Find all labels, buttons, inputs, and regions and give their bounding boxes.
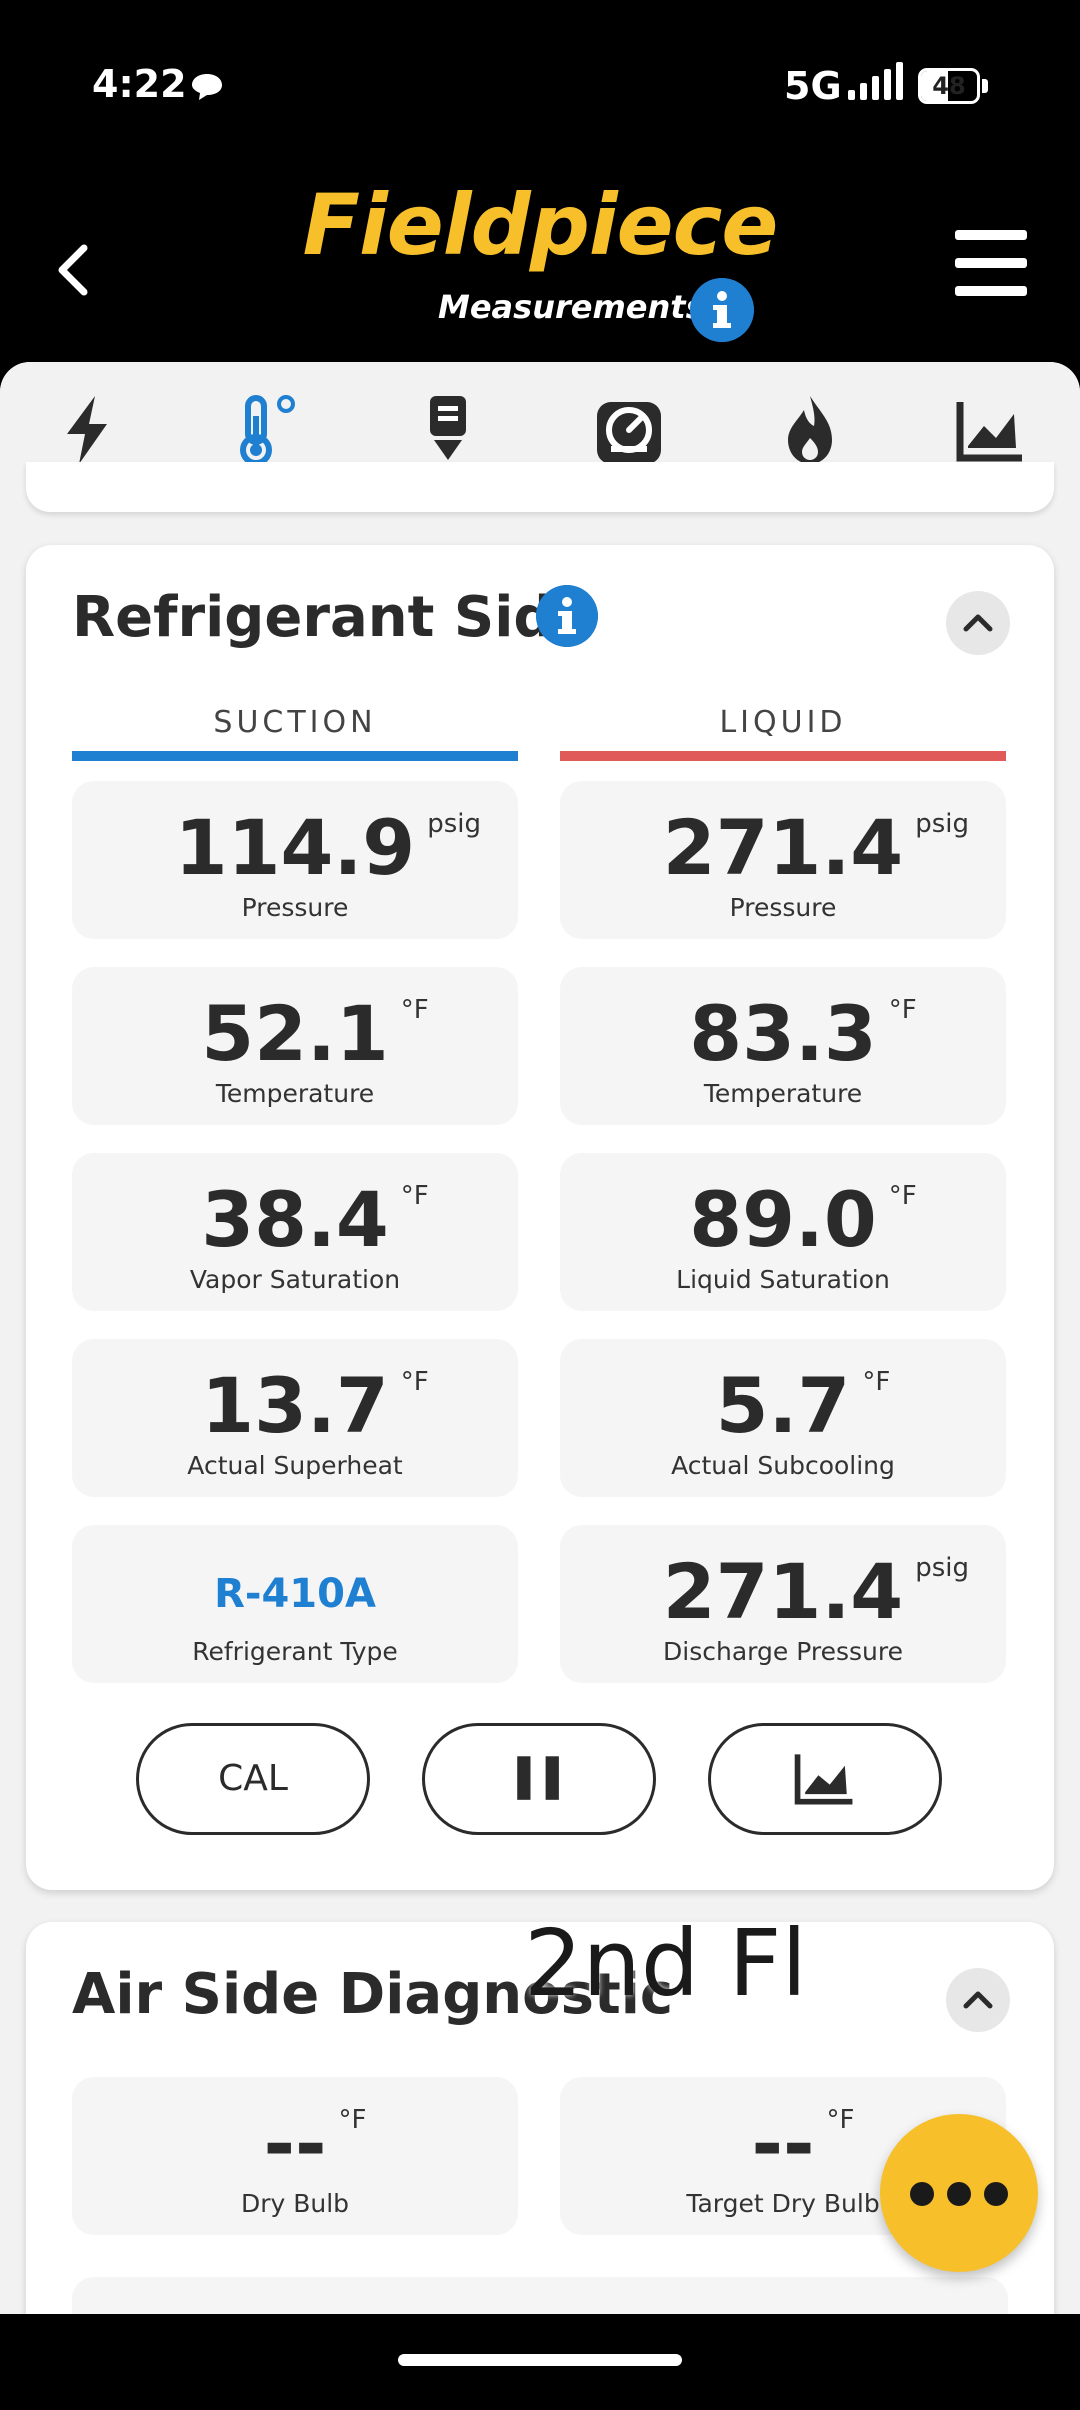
refrigerant-type-cell[interactable]: R-410A Refrigerant Type	[72, 1525, 518, 1683]
probe-download-icon[interactable]	[408, 390, 488, 470]
reading-value: 83.3	[689, 989, 877, 1078]
chevron-up-icon	[963, 614, 993, 632]
suction-header: SUCTION	[213, 705, 377, 740]
more-options-button[interactable]	[880, 2114, 1038, 2272]
suction-pressure-cell[interactable]: 114.9 psig Pressure	[72, 781, 518, 939]
status-bar: 4:22 5G 48	[0, 0, 1080, 170]
refrigerant-side-card: Refrigerant Side SUCTION LIQUID 114.9 psi…	[26, 545, 1054, 1890]
trend-chart-icon[interactable]	[950, 390, 1030, 470]
refrigerant-type-value: R-410A	[214, 1571, 376, 1617]
chevron-up-icon	[963, 1991, 993, 2009]
more-dots-icon	[984, 2182, 1008, 2206]
reading-label: Actual Subcooling	[671, 1451, 895, 1480]
suction-temperature-cell[interactable]: 52.1 °F Temperature	[72, 967, 518, 1125]
more-dots-icon	[910, 2182, 934, 2206]
reading-value: 271.4	[662, 1547, 904, 1636]
reading-value: 5.7	[715, 1361, 851, 1450]
reading-label: Pressure	[729, 893, 837, 922]
reading-unit: °F	[888, 995, 917, 1025]
gauge-icon[interactable]	[589, 390, 669, 470]
cal-button-label: CAL	[218, 1758, 288, 1799]
reading-value: --	[263, 2099, 327, 2188]
reading-unit: °F	[826, 2105, 855, 2135]
thermometer-icon[interactable]	[226, 390, 306, 470]
app-header: Fieldpiece Measurements	[0, 170, 1080, 360]
reading-value: 13.7	[201, 1361, 389, 1450]
info-icon[interactable]	[536, 585, 598, 647]
dry-bulb-cell[interactable]: -- °F Dry Bulb	[72, 2077, 518, 2235]
reading-value: 89.0	[689, 1175, 877, 1264]
liquid-bar	[560, 751, 1006, 761]
reading-unit: °F	[400, 995, 429, 1025]
pause-icon	[517, 1756, 559, 1800]
collapse-button[interactable]	[946, 591, 1010, 655]
network-type: 5G	[784, 64, 842, 108]
reading-unit: °F	[888, 1181, 917, 1211]
reading-unit: °F	[862, 1367, 891, 1397]
reading-unit: psig	[915, 809, 969, 839]
next-row-cell	[72, 2277, 1008, 2314]
pause-button[interactable]	[422, 1723, 656, 1835]
reading-label: Temperature	[215, 1079, 375, 1108]
collapse-button[interactable]	[946, 1968, 1010, 2032]
home-indicator[interactable]	[398, 2354, 682, 2366]
actual-subcooling-cell[interactable]: 5.7 °F Actual Subcooling	[560, 1339, 1006, 1497]
reading-unit: °F	[400, 1367, 429, 1397]
chat-bubble-icon	[192, 74, 222, 100]
reading-value: 52.1	[201, 989, 389, 1078]
reading-label: Refrigerant Type	[192, 1637, 398, 1666]
page-subtitle: Measurements	[438, 288, 705, 326]
info-icon[interactable]	[690, 278, 754, 342]
vapor-saturation-cell[interactable]: 38.4 °F Vapor Saturation	[72, 1153, 518, 1311]
content-area: Refrigerant Side SUCTION LIQUID 114.9 psi…	[0, 362, 1080, 2314]
reading-unit: °F	[400, 1181, 429, 1211]
gesture-nav-bar	[0, 2314, 1080, 2410]
reading-label: Temperature	[703, 1079, 863, 1108]
hamburger-menu-icon[interactable]	[955, 230, 1027, 296]
reading-unit: psig	[915, 1553, 969, 1583]
reading-value: 38.4	[201, 1175, 389, 1264]
reading-value: 271.4	[662, 803, 904, 892]
overlay-label: 2nd Fl	[524, 1910, 807, 2017]
battery-icon: 48	[918, 68, 988, 104]
actual-superheat-cell[interactable]: 13.7 °F Actual Superheat	[72, 1339, 518, 1497]
reading-label: Actual Superheat	[187, 1451, 403, 1480]
status-time: 4:22	[92, 62, 187, 106]
signal-strength-icon	[848, 62, 903, 100]
lightning-icon[interactable]	[49, 390, 129, 470]
trend-chart-icon	[794, 1754, 853, 1805]
reading-label: Dry Bulb	[240, 2189, 350, 2218]
cal-button[interactable]: CAL	[136, 1723, 370, 1835]
reading-label: Vapor Saturation	[189, 1265, 401, 1294]
liquid-temperature-cell[interactable]: 83.3 °F Temperature	[560, 967, 1006, 1125]
liquid-pressure-cell[interactable]: 271.4 psig Pressure	[560, 781, 1006, 939]
flame-icon[interactable]	[770, 390, 850, 470]
liquid-header: LIQUID	[719, 705, 847, 740]
brand-logo: Fieldpiece	[302, 176, 779, 274]
graph-button[interactable]	[708, 1723, 942, 1835]
more-dots-icon	[947, 2182, 971, 2206]
reading-value: 114.9	[174, 803, 416, 892]
discharge-pressure-cell[interactable]: 271.4 psig Discharge Pressure	[560, 1525, 1006, 1683]
reading-label: Liquid Saturation	[676, 1265, 890, 1294]
reading-value: --	[751, 2099, 815, 2188]
reading-label: Pressure	[241, 893, 349, 922]
reading-unit: °F	[338, 2105, 367, 2135]
card-title: Refrigerant Side	[72, 585, 592, 650]
battery-percent: 48	[932, 72, 966, 100]
collapsed-card	[26, 462, 1054, 512]
reading-unit: psig	[427, 809, 481, 839]
liquid-saturation-cell[interactable]: 89.0 °F Liquid Saturation	[560, 1153, 1006, 1311]
suction-bar	[72, 751, 518, 761]
reading-label: Discharge Pressure	[663, 1637, 903, 1666]
